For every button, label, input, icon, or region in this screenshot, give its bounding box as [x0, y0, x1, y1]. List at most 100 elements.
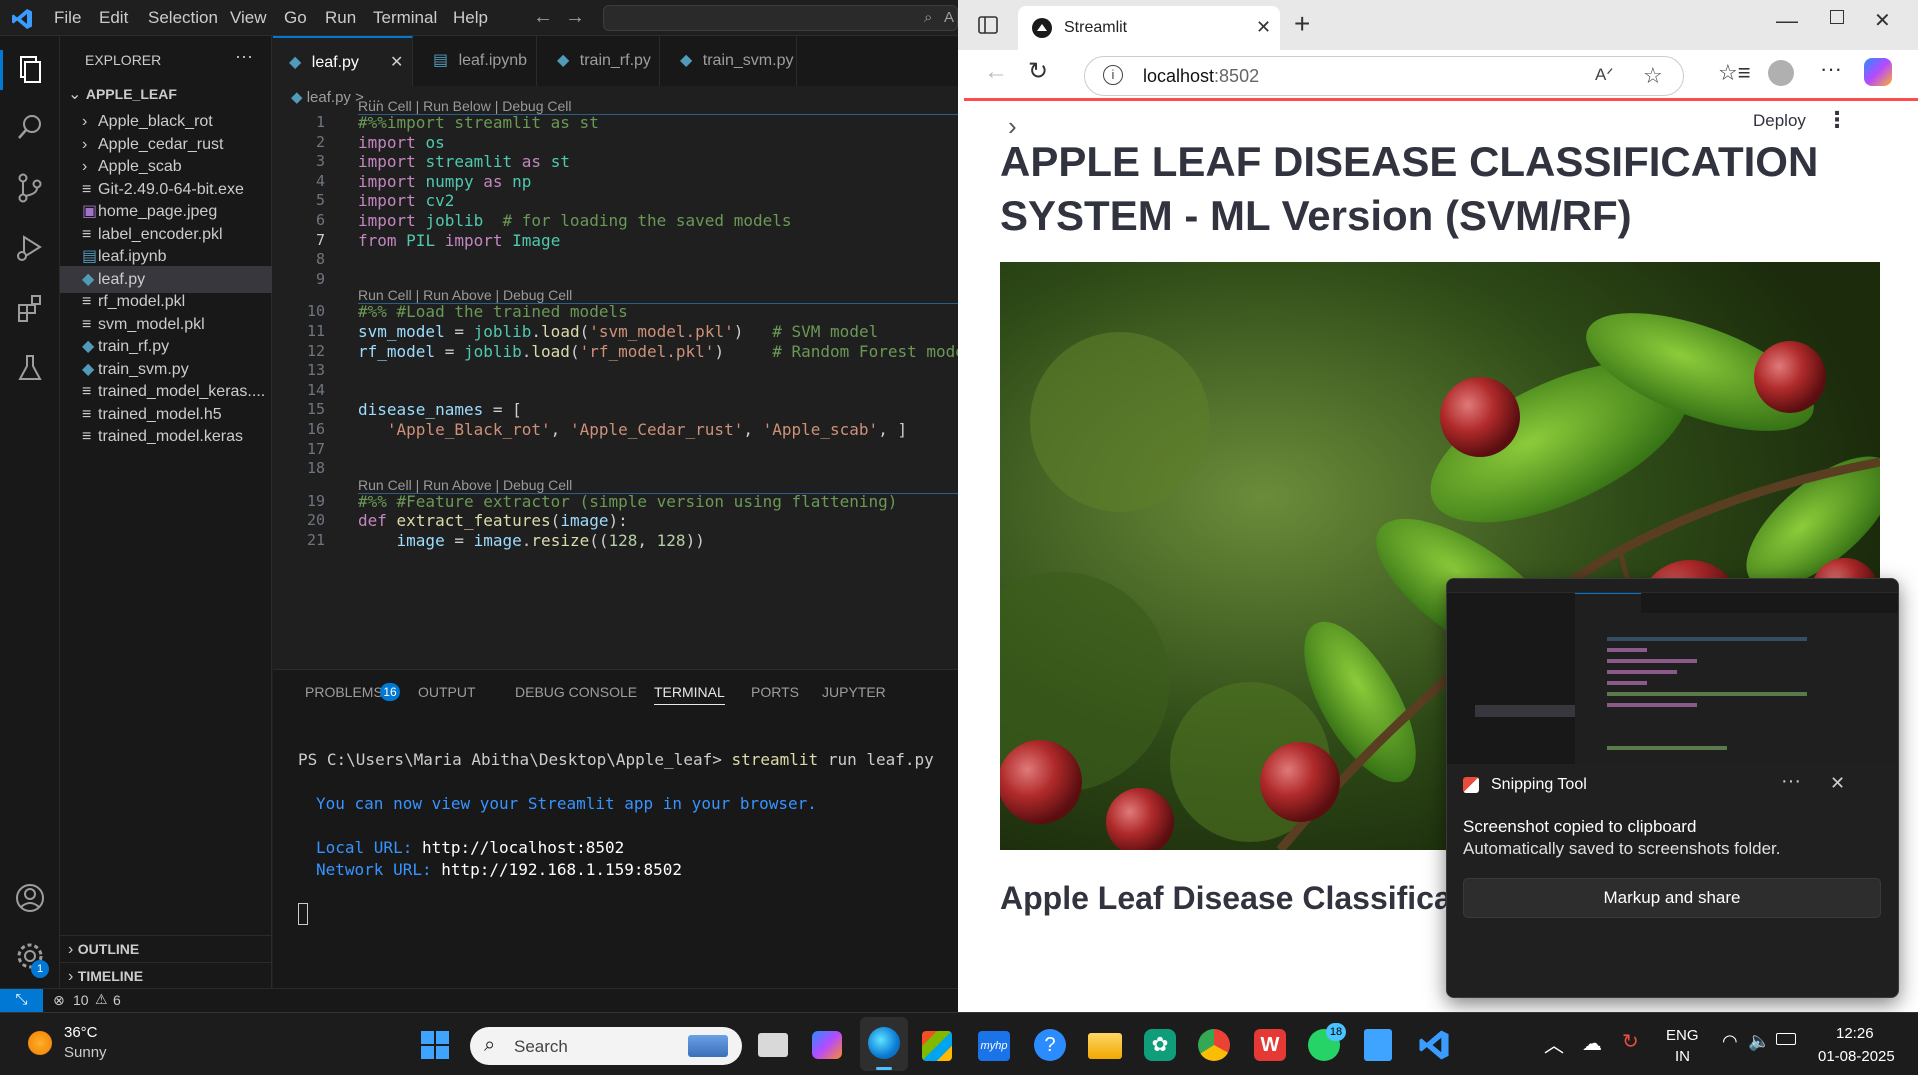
- sync-icon[interactable]: ↻: [1622, 1029, 1639, 1054]
- account-icon[interactable]: [12, 880, 48, 916]
- chrome-icon[interactable]: [1198, 1029, 1230, 1061]
- read-aloud-icon[interactable]: Aᐟ: [1595, 65, 1614, 85]
- chatgpt-icon[interactable]: ✿: [1144, 1029, 1176, 1061]
- source-control-icon[interactable]: [12, 170, 48, 206]
- menu-edit[interactable]: Edit: [99, 8, 128, 28]
- run-debug-icon[interactable]: [12, 230, 48, 266]
- more-menu-icon[interactable]: ···: [1820, 56, 1842, 82]
- tab-leaf-py[interactable]: ◆ leaf.py ✕: [273, 36, 413, 86]
- refresh-icon[interactable]: ↻: [1028, 57, 1048, 86]
- deploy-button[interactable]: Deploy: [1753, 111, 1806, 131]
- volume-icon[interactable]: 🔈: [1748, 1031, 1770, 1052]
- chevron-up-icon[interactable]: ︿: [1544, 1029, 1564, 1058]
- weather-temperature[interactable]: 36°C: [64, 1024, 98, 1041]
- menu-help[interactable]: Help: [453, 8, 488, 28]
- site-info-icon[interactable]: i: [1103, 65, 1123, 85]
- menu-selection[interactable]: Selection: [148, 8, 218, 28]
- code-editor[interactable]: ◆ leaf.py > ... Run Cell | Run Below | D…: [273, 86, 958, 668]
- favorite-star-icon[interactable]: ☆: [1643, 63, 1663, 89]
- clock-time[interactable]: 12:26: [1836, 1025, 1874, 1042]
- clock-date[interactable]: 01-08-2025: [1818, 1048, 1895, 1065]
- network-url[interactable]: http://192.168.1.159:8502: [441, 860, 682, 879]
- file-tree-label: trained_model.h5: [98, 405, 222, 423]
- menu-view[interactable]: View: [230, 8, 267, 28]
- browser-tab[interactable]: Streamlit ✕: [1018, 6, 1280, 50]
- close-icon[interactable]: ✕: [1830, 773, 1845, 794]
- get-help-icon[interactable]: ?: [1034, 1029, 1066, 1061]
- battery-icon[interactable]: [1776, 1033, 1796, 1045]
- weather-description[interactable]: Sunny: [64, 1044, 107, 1061]
- command-center-search[interactable]: ⌕ A: [603, 5, 958, 31]
- error-count[interactable]: 10: [73, 992, 89, 1008]
- warning-icon: ⚠: [95, 991, 108, 1007]
- microsoft-store-icon[interactable]: [922, 1031, 952, 1061]
- toast-more-icon[interactable]: ···: [1781, 770, 1801, 793]
- menu-run[interactable]: Run: [325, 8, 356, 28]
- remote-icon[interactable]: ⤡: [0, 989, 43, 1012]
- forward-arrow-icon[interactable]: →: [565, 6, 585, 29]
- tab-output[interactable]: OUTPUT: [418, 684, 476, 700]
- menu-file[interactable]: File: [54, 8, 81, 28]
- timeline-section[interactable]: › TIMELINE: [60, 962, 272, 989]
- terminal-prompt-line[interactable]: PS C:\Users\Maria Abitha\Desktop\Apple_l…: [298, 750, 934, 769]
- tab-problems[interactable]: PROBLEMS: [305, 684, 383, 700]
- tab-debug-console[interactable]: DEBUG CONSOLE: [515, 684, 637, 700]
- menu-terminal[interactable]: Terminal: [373, 8, 437, 28]
- task-view-icon[interactable]: [758, 1033, 788, 1057]
- close-tab-icon[interactable]: ✕: [1256, 17, 1271, 38]
- language-indicator[interactable]: ENG: [1666, 1027, 1699, 1044]
- tab-leaf-ipynb[interactable]: ▤ leaf.ipynb: [413, 36, 537, 86]
- taskbar-search-box[interactable]: ⌕ Search: [470, 1027, 742, 1065]
- edge-taskbar-button[interactable]: [860, 1017, 908, 1071]
- tab-ports[interactable]: PORTS: [751, 684, 799, 700]
- testing-flask-icon[interactable]: [12, 350, 48, 386]
- code-lens[interactable]: Run Cell | Run Above | Debug Cell: [358, 477, 572, 493]
- notepad-icon[interactable]: [1364, 1029, 1392, 1061]
- extensions-icon[interactable]: [12, 290, 48, 326]
- code-lens[interactable]: Run Cell | Run Below | Debug Cell: [358, 98, 572, 114]
- windows-start-icon[interactable]: [420, 1030, 450, 1060]
- weather-sun-icon[interactable]: [28, 1031, 52, 1055]
- maximize-icon[interactable]: [1830, 10, 1844, 24]
- outline-section[interactable]: › OUTLINE: [60, 935, 272, 962]
- explorer-root[interactable]: ⌄ APPLE_LEAF: [60, 81, 272, 108]
- onedrive-icon[interactable]: ☁: [1582, 1031, 1602, 1056]
- minimize-icon[interactable]: —: [1776, 8, 1798, 34]
- menu-go[interactable]: Go: [284, 8, 307, 28]
- file-tree-label: trained_model.keras: [98, 428, 243, 445]
- main-menu-icon[interactable]: ⋮: [1826, 107, 1848, 133]
- terminal-cursor: [298, 903, 308, 925]
- warning-count[interactable]: 6: [113, 992, 121, 1008]
- snipping-tool-notification[interactable]: Snipping Tool ··· ✕ Screenshot copied to…: [1446, 578, 1899, 998]
- tab-actions-icon[interactable]: [978, 16, 998, 34]
- vscode-taskbar-icon[interactable]: [1418, 1029, 1450, 1061]
- tab-train-rf[interactable]: ◆ train_rf.py: [537, 36, 660, 86]
- profile-avatar[interactable]: [1768, 60, 1794, 86]
- local-url[interactable]: http://localhost:8502: [422, 838, 624, 857]
- search-icon[interactable]: [12, 110, 48, 146]
- new-tab-icon[interactable]: +: [1294, 8, 1310, 40]
- code-lens[interactable]: Run Cell | Run Above | Debug Cell: [358, 287, 572, 303]
- copilot-icon[interactable]: [1864, 58, 1892, 86]
- file-tree-item[interactable]: ≡ trained_model.keras: [60, 423, 272, 450]
- back-arrow-icon[interactable]: ←: [984, 58, 1008, 86]
- myhp-icon[interactable]: myhp: [978, 1031, 1010, 1061]
- wps-office-icon[interactable]: W: [1254, 1029, 1286, 1061]
- address-bar[interactable]: i localhost:8502 Aᐟ ☆: [1084, 56, 1684, 96]
- wifi-icon[interactable]: ◠: [1722, 1031, 1738, 1052]
- explorer-icon[interactable]: [12, 52, 48, 88]
- tab-terminal[interactable]: TERMINAL: [654, 684, 725, 705]
- line-number: 21: [306, 531, 325, 549]
- tab-train-svm[interactable]: ◆ train_svm.py: [660, 36, 797, 86]
- terminal-command: streamlit: [731, 750, 819, 769]
- copilot-app-icon[interactable]: [812, 1031, 842, 1059]
- more-actions-icon[interactable]: ···: [235, 46, 253, 67]
- file-explorer-icon[interactable]: [1088, 1033, 1122, 1059]
- close-icon[interactable]: ✕: [390, 38, 403, 88]
- markup-and-share-button[interactable]: Markup and share: [1463, 878, 1881, 918]
- tab-jupyter[interactable]: JUPYTER: [822, 684, 886, 700]
- close-window-icon[interactable]: ✕: [1874, 8, 1891, 33]
- back-arrow-icon[interactable]: ←: [533, 6, 553, 29]
- region-indicator[interactable]: IN: [1675, 1048, 1690, 1065]
- favorites-icon[interactable]: ☆≡: [1718, 60, 1751, 86]
